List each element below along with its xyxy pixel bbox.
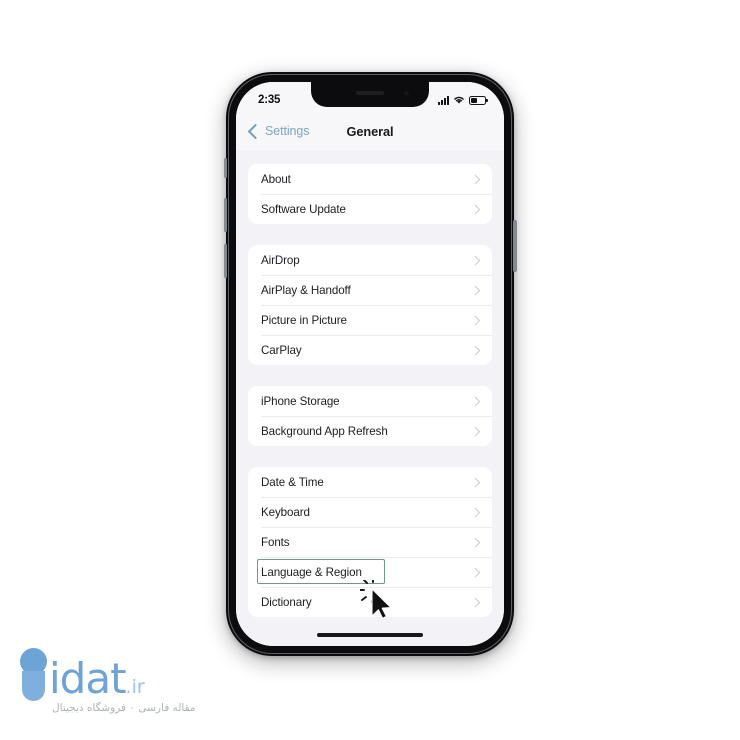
row-label: Dictionary [261, 595, 312, 609]
chevron-right-icon [470, 597, 480, 607]
watermark-subtitle: مقاله فارسی ۰ فروشگاه دیجیتال [52, 702, 196, 714]
silent-switch-button[interactable] [223, 158, 227, 178]
chevron-right-icon [470, 567, 480, 577]
row-iphone-storage[interactable]: iPhone Storage [248, 386, 492, 416]
phone-device-frame: 2:35 Settings General About Software Upd… [223, 72, 517, 656]
chevron-right-icon [470, 507, 480, 517]
row-carplay[interactable]: CarPlay [248, 335, 492, 365]
row-label: Keyboard [261, 505, 310, 519]
display-notch [311, 82, 429, 107]
row-fonts[interactable]: Fonts [248, 527, 492, 557]
chevron-right-icon [470, 315, 480, 325]
row-label: Background App Refresh [261, 424, 388, 438]
row-keyboard[interactable]: Keyboard [248, 497, 492, 527]
chevron-right-icon [470, 426, 480, 436]
row-label: Language & Region [261, 565, 362, 579]
row-label: Software Update [261, 202, 346, 216]
settings-list[interactable]: About Software Update AirDrop AirPlay & Han… [236, 150, 504, 646]
chevron-right-icon [470, 174, 480, 184]
chevron-right-icon [470, 204, 480, 214]
row-label: AirPlay & Handoff [261, 283, 351, 297]
volume-up-button[interactable] [223, 198, 227, 232]
chevron-right-icon [470, 255, 480, 265]
row-background-app-refresh[interactable]: Background App Refresh [248, 416, 492, 446]
row-date-time[interactable]: Date & Time [248, 467, 492, 497]
back-button-label: Settings [265, 124, 310, 138]
row-picture-in-picture[interactable]: Picture in Picture [248, 305, 492, 335]
row-label: iPhone Storage [261, 394, 340, 408]
status-bar-icons [438, 95, 488, 105]
row-dictionary[interactable]: Dictionary [248, 587, 492, 617]
wifi-icon [454, 96, 464, 104]
chevron-right-icon [470, 537, 480, 547]
row-software-update[interactable]: Software Update [248, 194, 492, 224]
row-label: CarPlay [261, 343, 302, 357]
site-watermark: idat.ir مقاله فارسی ۰ فروشگاه دیجیتال [16, 642, 236, 728]
watermark-brand-text: idat [49, 654, 127, 703]
watermark-tld: .ir [125, 676, 145, 698]
row-label: Picture in Picture [261, 313, 347, 327]
group-storage: iPhone Storage Background App Refresh [248, 386, 492, 446]
battery-icon [469, 95, 488, 105]
power-button[interactable] [513, 220, 517, 272]
chevron-right-icon [470, 345, 480, 355]
cellular-signal-icon [438, 95, 449, 105]
watermark-logo: idat.ir [16, 642, 236, 701]
chevron-right-icon [470, 285, 480, 295]
row-language-region[interactable]: Language & Region [248, 557, 492, 587]
earpiece-speaker-icon [356, 91, 384, 95]
row-airdrop[interactable]: AirDrop [248, 245, 492, 275]
group-connectivity: AirDrop AirPlay & Handoff Picture in Pictu… [248, 245, 492, 365]
row-label: Date & Time [261, 475, 324, 489]
phone-screen: 2:35 Settings General About Software Upd… [236, 82, 504, 646]
front-camera-icon [404, 91, 409, 96]
group-preferences: Date & Time Keyboard Fonts Language & Regio… [248, 467, 492, 617]
group-info: About Software Update [248, 164, 492, 224]
row-airplay-handoff[interactable]: AirPlay & Handoff [248, 275, 492, 305]
row-about[interactable]: About [248, 164, 492, 194]
row-label: Fonts [261, 535, 290, 549]
status-bar-time: 2:35 [258, 94, 281, 106]
chevron-right-icon [470, 396, 480, 406]
volume-down-button[interactable] [223, 244, 227, 278]
back-to-settings-button[interactable]: Settings [247, 123, 310, 139]
home-indicator[interactable] [317, 633, 423, 637]
row-label: AirDrop [261, 253, 300, 267]
watermark-brand: idat.ir [49, 658, 145, 700]
chevron-left-icon [247, 123, 264, 139]
chevron-right-icon [470, 477, 480, 487]
row-label: About [261, 172, 291, 186]
navigation-bar: Settings General [236, 112, 504, 150]
watermark-logo-tail [22, 671, 45, 701]
